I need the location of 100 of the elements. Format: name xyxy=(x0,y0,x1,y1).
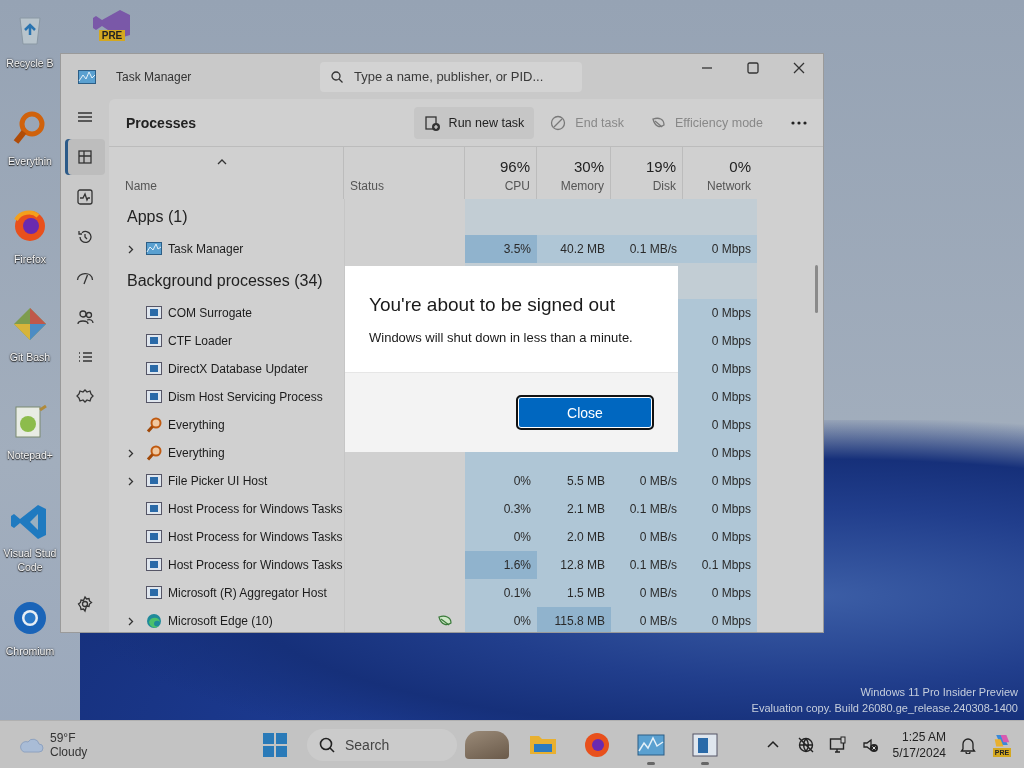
column-header[interactable]: Network xyxy=(707,179,751,193)
search-field[interactable]: Search xyxy=(307,728,457,761)
process-name[interactable]: Host Process for Windows Tasks xyxy=(168,558,343,572)
magnifier-icon xyxy=(146,445,162,461)
column-header[interactable]: CPU xyxy=(504,179,530,193)
window-icon xyxy=(146,389,162,405)
column-header[interactable]: Memory xyxy=(560,179,604,193)
process-name[interactable]: Microsoft Edge (10) xyxy=(168,614,273,628)
monitor-icon[interactable] xyxy=(828,735,847,754)
column-percent: 0% xyxy=(729,158,751,175)
window-icon xyxy=(146,333,162,349)
process-name[interactable]: CTF Loader xyxy=(168,334,233,348)
window-icon xyxy=(146,361,162,377)
app-icon xyxy=(146,241,162,257)
bell-icon[interactable] xyxy=(960,735,976,754)
window-icon xyxy=(146,305,162,321)
table-cell: 0 MB/s xyxy=(611,579,683,607)
maximize-icon[interactable] xyxy=(747,62,759,74)
expand-chevron-icon[interactable] xyxy=(128,616,134,626)
table-cell: 0.1 MB/s xyxy=(611,551,683,579)
clock-date[interactable]: 5/17/2024 xyxy=(892,744,946,761)
browser-icon xyxy=(146,613,162,629)
process-name[interactable]: Microsoft (R) Aggregator Host xyxy=(168,586,327,600)
table-cell: 5.5 MB xyxy=(537,467,611,495)
window-icon xyxy=(146,557,162,573)
temperature: 59°F xyxy=(50,730,77,745)
column-header[interactable]: Disk xyxy=(652,179,676,193)
globe-off-icon[interactable] xyxy=(796,735,815,754)
search-field[interactable]: Type a name, publisher, or PID... xyxy=(320,61,582,92)
process-name[interactable]: Host Process for Windows Tasks xyxy=(168,530,343,544)
grid-icon xyxy=(76,148,94,166)
close-button[interactable]: Close xyxy=(516,395,654,430)
table-cell: 0 Mbps xyxy=(683,327,757,355)
watermark-text: Evaluation copy. Build 26080.ge_release.240308-1400 xyxy=(751,701,1018,716)
group-heading: Background processes (34) xyxy=(126,272,323,290)
clock-time[interactable]: 1:25 AM xyxy=(892,728,946,745)
table-cell: 2.0 MB xyxy=(537,523,611,551)
search-icon xyxy=(331,70,343,83)
table-cell: 0.3% xyxy=(465,495,537,523)
table-cell: 12.8 MB xyxy=(537,551,611,579)
table-cell: 0% xyxy=(465,467,537,495)
table-cell: 0 Mbps xyxy=(683,235,757,263)
search-highlight-picture xyxy=(465,730,509,759)
table-cell: 0 Mbps xyxy=(683,467,757,495)
cancel-icon xyxy=(550,114,568,131)
process-name[interactable]: Everything xyxy=(168,418,225,432)
process-name[interactable]: COM Surrogate xyxy=(168,306,253,320)
column-percent: 19% xyxy=(645,158,676,175)
page-title: Processes xyxy=(126,114,197,131)
sort-caret-icon[interactable] xyxy=(217,159,227,165)
scrollbar-thumb[interactable] xyxy=(815,265,818,313)
expand-chevron-icon[interactable] xyxy=(128,244,134,254)
run-task-button[interactable]: Run new task xyxy=(413,106,535,139)
table-cell: 0.1 MB/s xyxy=(611,495,683,523)
table-cell: 0 Mbps xyxy=(683,495,757,523)
process-name[interactable]: Dism Host Servicing Process xyxy=(168,390,323,404)
process-name[interactable]: File Picker UI Host xyxy=(168,474,268,488)
column-header[interactable]: Name xyxy=(125,179,157,193)
table-cell: 0 Mbps xyxy=(683,579,757,607)
users-icon xyxy=(76,308,94,326)
process-name[interactable]: DirectX Database Updater xyxy=(168,362,309,376)
column-percent: 30% xyxy=(573,158,604,175)
window-icon xyxy=(146,473,162,489)
more-icon[interactable] xyxy=(791,120,807,125)
table-cell: 0 Mbps xyxy=(683,299,757,327)
column-percent: 96% xyxy=(499,158,530,175)
dialog-message: Windows will shut down in less than a minute. xyxy=(369,330,634,345)
table-cell: 1.6% xyxy=(465,551,537,579)
pulse-icon xyxy=(76,188,94,206)
search-icon xyxy=(319,736,335,753)
table-cell: 0 Mbps xyxy=(683,411,757,439)
table-cell: 0 Mbps xyxy=(683,439,757,467)
table-cell: 0 Mbps xyxy=(683,355,757,383)
nav-grid-button[interactable] xyxy=(65,139,105,175)
window-icon xyxy=(146,501,162,517)
table-cell: 0 Mbps xyxy=(683,523,757,551)
table-cell: 0% xyxy=(465,523,537,551)
table-cell: 0 MB/s xyxy=(611,467,683,495)
table-cell: 0.1 Mbps xyxy=(683,551,757,579)
dialog-title: You're about to be signed out xyxy=(369,294,616,316)
magnifier-icon xyxy=(146,417,162,433)
window-icon xyxy=(146,585,162,601)
expand-chevron-icon[interactable] xyxy=(128,448,134,458)
table-cell: 115.8 MB xyxy=(537,607,611,632)
table-cell: 0% xyxy=(465,607,537,632)
start-icon[interactable] xyxy=(263,732,287,757)
process-name[interactable]: Task Manager xyxy=(168,242,244,256)
window-icon xyxy=(146,529,162,545)
settings-icon xyxy=(76,595,94,613)
group-heading: Apps (1) xyxy=(126,208,188,226)
watermark-text: Windows 11 Pro Insider Preview xyxy=(859,685,1018,700)
column-header[interactable]: Status xyxy=(350,179,385,193)
window-title: Task Manager xyxy=(116,69,193,84)
preview-badge: PRE xyxy=(98,30,126,41)
process-name[interactable]: Host Process for Windows Tasks xyxy=(168,502,343,516)
expand-chevron-icon[interactable] xyxy=(128,476,134,486)
process-name[interactable]: Everything xyxy=(168,446,225,460)
close-icon[interactable] xyxy=(793,62,805,74)
weather-condition: Cloudy xyxy=(50,744,88,759)
table-cell: 0 Mbps xyxy=(683,607,757,632)
